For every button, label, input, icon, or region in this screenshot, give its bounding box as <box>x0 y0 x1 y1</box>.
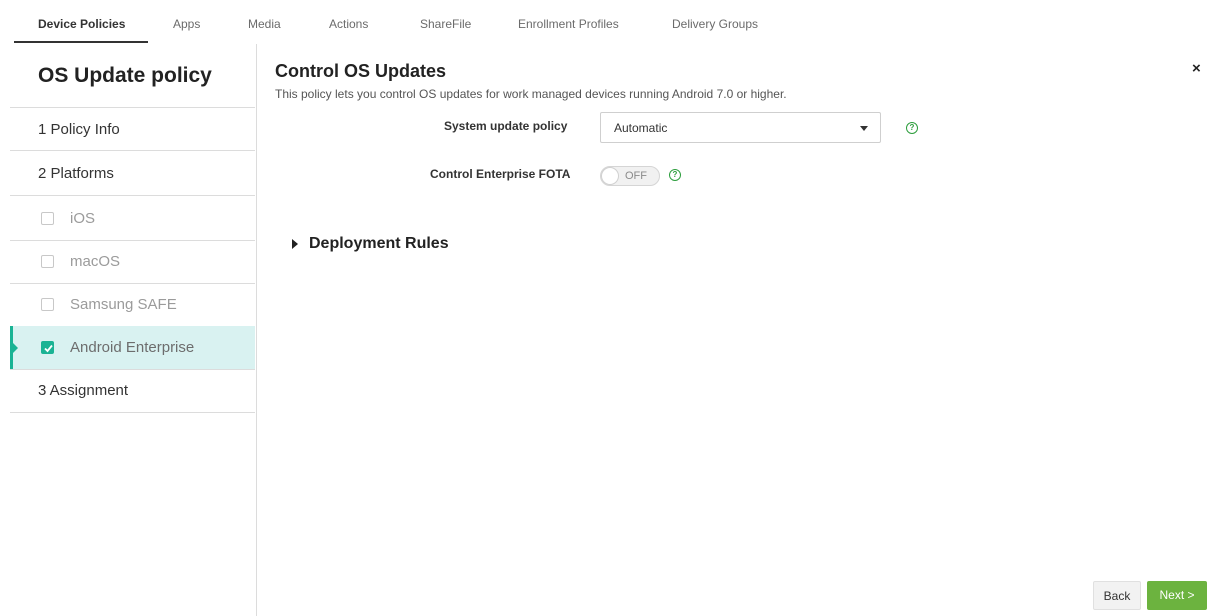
step-label: 1 Policy Info <box>38 121 120 138</box>
deployment-rules-label: Deployment Rules <box>309 235 449 252</box>
system-update-policy-label: System update policy <box>444 119 568 133</box>
toggle-state: OFF <box>625 170 647 182</box>
step-label: 3 Assignment <box>38 382 129 399</box>
platform-macos[interactable]: macOS <box>10 240 255 284</box>
caret-right-icon <box>292 239 298 249</box>
selection-arrow-icon <box>13 343 18 353</box>
select-value: Automatic <box>614 121 668 135</box>
page-title: Control OS Updates <box>275 61 447 81</box>
platform-ios[interactable]: iOS <box>10 197 255 241</box>
control-fota-label: Control Enterprise FOTA <box>430 167 571 181</box>
platform-label: iOS <box>70 210 96 227</box>
toggle-knob <box>601 167 619 185</box>
step-assignment[interactable]: 3 Assignment <box>10 369 255 413</box>
tab-actions[interactable]: Actions <box>329 17 368 31</box>
top-tab-bar: Device Policies Apps Media Actions Share… <box>0 0 1208 44</box>
step-platforms[interactable]: 2 Platforms <box>10 152 255 196</box>
page-description: This policy lets you control OS updates … <box>275 87 787 101</box>
step-label: 2 Platforms <box>38 165 114 182</box>
tab-device-policies[interactable]: Device Policies <box>38 17 125 31</box>
close-icon[interactable]: × <box>1192 60 1201 77</box>
ios-checkbox[interactable] <box>41 212 54 225</box>
platform-label: macOS <box>70 253 121 270</box>
back-button[interactable]: Back <box>1093 581 1141 610</box>
checkmark-icon <box>44 344 53 353</box>
android-enterprise-checkbox[interactable] <box>41 341 54 354</box>
chevron-down-icon <box>860 126 868 131</box>
platform-android-enterprise[interactable]: Android Enterprise <box>10 326 255 370</box>
sidebar-title: OS Update policy <box>38 64 212 87</box>
tab-enrollment-profiles[interactable]: Enrollment Profiles <box>518 17 619 31</box>
macos-checkbox[interactable] <box>41 255 54 268</box>
help-icon[interactable]: ? <box>906 122 918 134</box>
tab-apps[interactable]: Apps <box>173 17 200 31</box>
platform-label: Android Enterprise <box>70 339 195 356</box>
tab-sharefile[interactable]: ShareFile <box>420 17 471 31</box>
tab-media[interactable]: Media <box>248 17 281 31</box>
control-fota-toggle[interactable]: OFF <box>600 166 660 186</box>
step-policy-info[interactable]: 1 Policy Info <box>10 107 255 151</box>
samsung-safe-checkbox[interactable] <box>41 298 54 311</box>
tab-delivery-groups[interactable]: Delivery Groups <box>672 17 758 31</box>
help-icon[interactable]: ? <box>669 169 681 181</box>
policy-steps-sidebar: OS Update policy 1 Policy Info 2 Platfor… <box>0 44 257 616</box>
active-tab-underline <box>14 41 148 43</box>
next-button[interactable]: Next > <box>1147 581 1207 610</box>
platform-samsung-safe[interactable]: Samsung SAFE <box>10 283 255 327</box>
platform-label: Samsung SAFE <box>70 296 177 313</box>
system-update-policy-select[interactable]: Automatic <box>600 112 881 143</box>
